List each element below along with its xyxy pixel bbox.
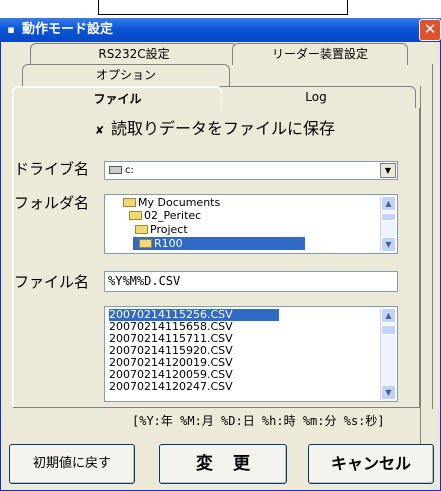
tab-options[interactable]: オプション: [22, 64, 230, 86]
file-item[interactable]: 20070214120247.CSV: [109, 381, 233, 393]
scroll-down-icon[interactable]: ▼: [381, 237, 396, 252]
folder-list[interactable]: My Documents 02_Peritec Project R100 ▲ ▼: [104, 194, 398, 254]
filename-label: ファイル名: [14, 273, 90, 291]
folder-item-selected[interactable]: R100: [133, 237, 305, 250]
save-to-file-label[interactable]: 読取りデータをファイルに保存: [111, 118, 335, 140]
tab-rs232c-settings[interactable]: RS232C設定: [30, 43, 238, 65]
title-bar[interactable]: ▪ 動作モード設定: [0, 18, 441, 42]
folder-item[interactable]: 02_Peritec: [129, 209, 201, 222]
filename-input[interactable]: %Y%M%D.CSV: [104, 271, 398, 292]
reset-defaults-button[interactable]: 初期値に戻す: [9, 444, 135, 484]
chevron-down-icon[interactable]: ▼: [380, 163, 396, 178]
close-button[interactable]: ✕: [419, 19, 441, 41]
tab-log[interactable]: Log: [216, 86, 416, 108]
folder-open-icon: [139, 239, 152, 248]
drive-select[interactable]: c: ▼: [104, 161, 398, 180]
drive-label: ドライブ名: [14, 160, 90, 178]
tab-pane-edge: [420, 86, 424, 468]
format-hint: [%Y:年 %M:月 %D:日 %h:時 %m:分 %s:秒]: [132, 414, 385, 428]
scroll-thumb[interactable]: [381, 325, 396, 335]
drive-icon: [109, 166, 122, 174]
scroll-down-icon[interactable]: ▼: [381, 385, 396, 400]
folder-label: フォルダ名: [14, 194, 90, 212]
folder-item[interactable]: My Documents: [123, 196, 220, 209]
folder-open-icon: [135, 225, 148, 234]
scroll-thumb[interactable]: [381, 213, 396, 221]
app-icon[interactable]: ▪: [4, 23, 18, 37]
apply-change-button[interactable]: 変更: [159, 444, 287, 484]
folder-open-icon: [123, 198, 136, 207]
file-list-scrollbar[interactable]: ▲ ▼: [380, 308, 396, 400]
scroll-up-icon[interactable]: ▲: [381, 308, 396, 323]
background-field-fragment: [98, 0, 348, 15]
cancel-button[interactable]: キャンセル: [308, 444, 434, 484]
tab-reader-device-settings[interactable]: リーダー装置設定: [232, 43, 408, 65]
scroll-up-icon[interactable]: ▲: [381, 196, 396, 211]
folder-item[interactable]: Project: [135, 223, 188, 236]
drive-value: c:: [125, 165, 134, 176]
folder-scrollbar[interactable]: ▲ ▼: [380, 196, 396, 252]
tab-file[interactable]: ファイル: [12, 86, 222, 110]
window-title: 動作モード設定: [22, 22, 114, 37]
folder-open-icon: [129, 211, 142, 220]
save-to-file-checkbox[interactable]: ✘: [95, 125, 106, 136]
tab-pane-edge: [432, 64, 436, 409]
file-list[interactable]: 20070214115256.CSV 20070214115658.CSV 20…: [104, 306, 398, 402]
